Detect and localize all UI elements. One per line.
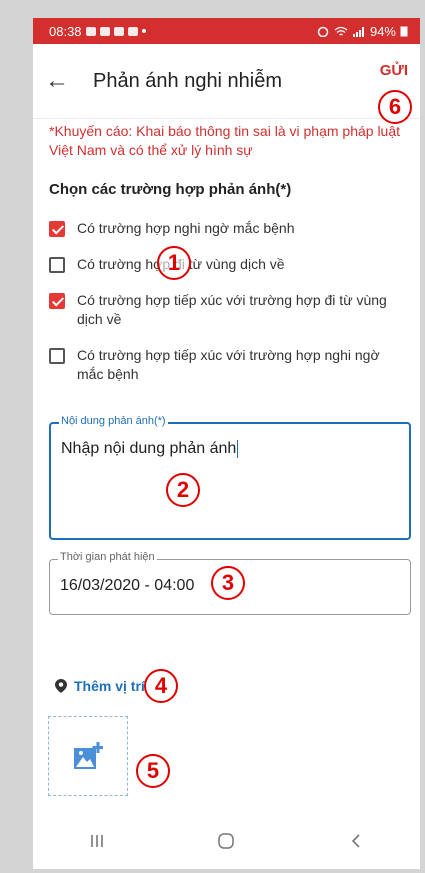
status-bar: 08:38 94% <box>33 18 420 44</box>
content-input[interactable]: Nhập nội dung phản ánh <box>61 440 239 458</box>
checkbox[interactable] <box>49 221 65 237</box>
notification-icon <box>113 26 124 36</box>
status-time: 08:38 <box>49 23 82 39</box>
battery-level: 94% <box>369 23 396 39</box>
text-caret <box>237 440 239 458</box>
content-field[interactable]: Nội dung phản ánh(*) Nhập nội dung phản … <box>49 415 411 540</box>
option-contact-suspected[interactable]: Có trường hợp tiếp xúc với trường hợp ng… <box>49 346 409 384</box>
notification-icon <box>85 26 96 36</box>
add-location-label: Thêm vị trí <box>74 678 145 694</box>
system-nav-bar <box>33 813 420 869</box>
home-icon[interactable] <box>217 832 235 850</box>
checkbox[interactable] <box>49 348 65 364</box>
location-pin-icon <box>55 679 67 693</box>
annotation-badge-1: 1 <box>157 246 191 280</box>
option-suspected[interactable]: Có trường hợp nghi ngờ mắc bệnh <box>49 219 409 238</box>
notification-icon <box>127 26 138 36</box>
status-left: 08:38 <box>49 24 146 39</box>
checkbox[interactable] <box>49 293 65 309</box>
signal-icon <box>352 26 364 37</box>
add-location-button[interactable]: Thêm vị trí <box>55 678 145 694</box>
more-notifications-icon <box>141 29 146 33</box>
back-nav-icon[interactable] <box>348 833 364 849</box>
annotation-badge-5: 5 <box>136 754 170 788</box>
annotation-badge-2: 2 <box>166 473 200 507</box>
option-contact-epidemic-area[interactable]: Có trường hợp tiếp xúc với trường hợp đi… <box>49 291 409 329</box>
annotation-badge-3: 3 <box>211 566 245 600</box>
add-photo-button[interactable] <box>48 716 128 796</box>
send-button[interactable]: GỬI <box>380 62 408 79</box>
time-field-label: Thời gian phát hiện <box>58 551 157 563</box>
battery-icon <box>400 26 408 37</box>
option-label: Có trường hợp nghi ngờ mắc bệnh <box>77 220 295 236</box>
back-arrow-icon[interactable]: ← <box>33 67 85 95</box>
page-title: Phản ánh nghi nhiễm <box>93 69 283 92</box>
option-label: Có trường hợp tiếp xúc với trường hợp đi… <box>77 292 387 327</box>
status-right: 94% <box>316 24 408 39</box>
warning-text: *Khuyến cáo: Khai báo thông tin sai là v… <box>49 123 401 158</box>
add-photo-icon <box>74 742 103 769</box>
section-title: Chọn các trường hợp phản ánh(*) <box>49 181 292 198</box>
checkbox[interactable] <box>49 257 65 273</box>
notification-icon <box>99 26 110 36</box>
option-from-epidemic-area[interactable]: Có trường hợp đi từ vùng dịch về <box>49 255 409 274</box>
recent-apps-icon[interactable] <box>89 833 105 849</box>
option-label: Có trường hợp tiếp xúc với trường hợp ng… <box>77 347 380 382</box>
time-value: 16/03/2020 - 04:00 <box>60 577 195 594</box>
content-field-label: Nội dung phản ánh(*) <box>59 415 168 427</box>
alarm-icon <box>317 26 329 37</box>
phone-screen: 08:38 94% ← Phản ánh nghi nhiễm GỬI *Khu… <box>33 18 420 869</box>
annotation-badge-4: 4 <box>144 669 178 703</box>
annotation-badge-6: 6 <box>378 90 412 124</box>
app-bar: ← Phản ánh nghi nhiễm GỬI <box>33 44 420 119</box>
content-placeholder: Nhập nội dung phản ánh <box>61 440 237 458</box>
wifi-icon <box>334 26 348 35</box>
